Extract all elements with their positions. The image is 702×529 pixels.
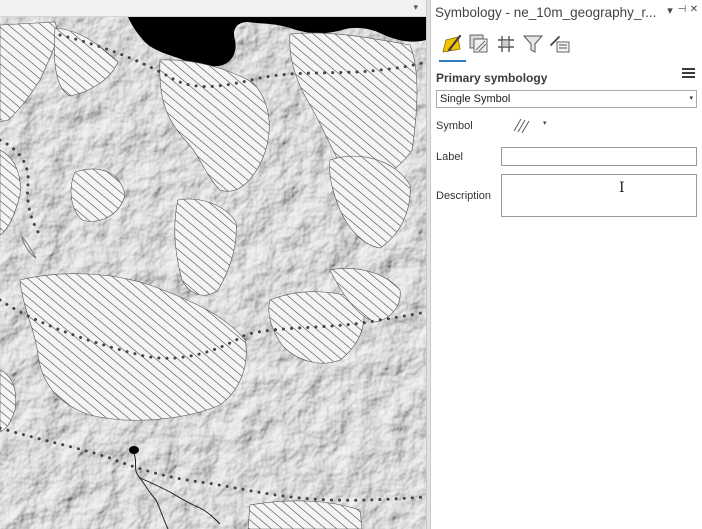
text-cursor-icon: I	[619, 180, 625, 196]
pane-tab-strip	[431, 28, 702, 78]
hamburger-icon[interactable]	[682, 68, 695, 80]
renderer-dropdown-value: Single Symbol	[440, 93, 511, 105]
lake	[129, 446, 139, 454]
symbol-label: Symbol	[436, 120, 473, 132]
tab-symbol-layer-drawing[interactable]	[494, 32, 518, 56]
tab-symbol-classes[interactable]	[521, 32, 545, 56]
pane-title: Symbology - ne_10m_geography_r...	[435, 5, 657, 20]
map-canvas[interactable]	[0, 17, 426, 529]
active-tab-indicator	[439, 60, 466, 62]
tab-vary-symbology[interactable]	[467, 32, 491, 56]
pin-icon[interactable]: ⊣	[676, 4, 688, 15]
chevron-down-icon[interactable]: ▾	[413, 2, 418, 13]
description-field-label: Description	[436, 190, 492, 202]
layers-icon	[469, 34, 488, 53]
list-edit-icon	[550, 36, 570, 53]
symbology-pane: Symbology - ne_10m_geography_r... ▾ ⊣ ✕	[431, 0, 702, 529]
tab-label-classes[interactable]	[548, 32, 572, 56]
grid-hash-icon	[498, 36, 514, 52]
tab-primary-symbology[interactable]	[440, 32, 464, 56]
symbol-preview-hatch-icon[interactable]	[510, 116, 534, 134]
map-view-topbar: ▾	[0, 0, 426, 17]
chevron-down-icon[interactable]: ▾	[543, 119, 547, 127]
description-input[interactable]	[501, 174, 697, 217]
label-input[interactable]	[501, 147, 697, 166]
section-heading: Primary symbology	[436, 71, 548, 85]
chevron-down-icon: ▾	[689, 95, 693, 102]
paintbrush-icon	[442, 34, 462, 53]
close-icon[interactable]: ✕	[688, 4, 700, 15]
renderer-dropdown[interactable]: Single Symbol ▾	[436, 90, 697, 108]
pane-options-dropdown-button[interactable]: ▾	[664, 4, 676, 17]
pane-titlebar: Symbology - ne_10m_geography_r... ▾ ⊣ ✕	[431, 0, 702, 25]
map-view[interactable]: ▾	[0, 0, 426, 529]
label-field-label: Label	[436, 151, 463, 163]
filter-icon	[522, 35, 544, 53]
